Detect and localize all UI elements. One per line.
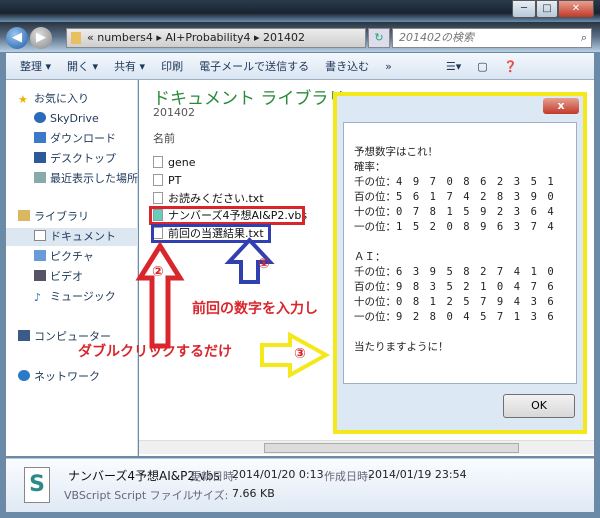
script-file-icon: S bbox=[24, 467, 50, 503]
ok-button[interactable]: OK bbox=[503, 394, 575, 418]
size-label: サイズ: bbox=[192, 489, 229, 502]
details-pane: S ナンバーズ4予想AI&P2.vbs VBScript Script ファイル… bbox=[6, 458, 594, 512]
step-1-label: ① bbox=[258, 256, 270, 272]
input-instruction: 前回の数字を入力し bbox=[192, 301, 318, 317]
click-instruction: ダブルクリックするだけ bbox=[78, 344, 232, 360]
modified-label: 更新日時: bbox=[190, 470, 238, 483]
details-type: VBScript Script ファイル bbox=[64, 489, 194, 502]
message-dialog: x 予想数字はこれ！ 確率： 千の位：4 9 7 0 8 6 2 3 5 1 百… bbox=[333, 92, 587, 434]
arrow-up-red bbox=[135, 241, 185, 349]
dialog-close-button[interactable]: x bbox=[543, 98, 579, 114]
created-value: 2014/01/19 23:54 bbox=[368, 468, 467, 481]
step-3-label: ③ bbox=[294, 346, 306, 362]
dialog-message: 予想数字はこれ！ 確率： 千の位：4 9 7 0 8 6 2 3 5 1 百の位… bbox=[343, 122, 577, 384]
step-2-label: ② bbox=[152, 264, 164, 280]
modified-value: 2014/01/20 0:13 bbox=[232, 468, 324, 481]
created-label: 作成日時: bbox=[324, 470, 372, 483]
size-value: 7.66 KB bbox=[232, 487, 275, 500]
